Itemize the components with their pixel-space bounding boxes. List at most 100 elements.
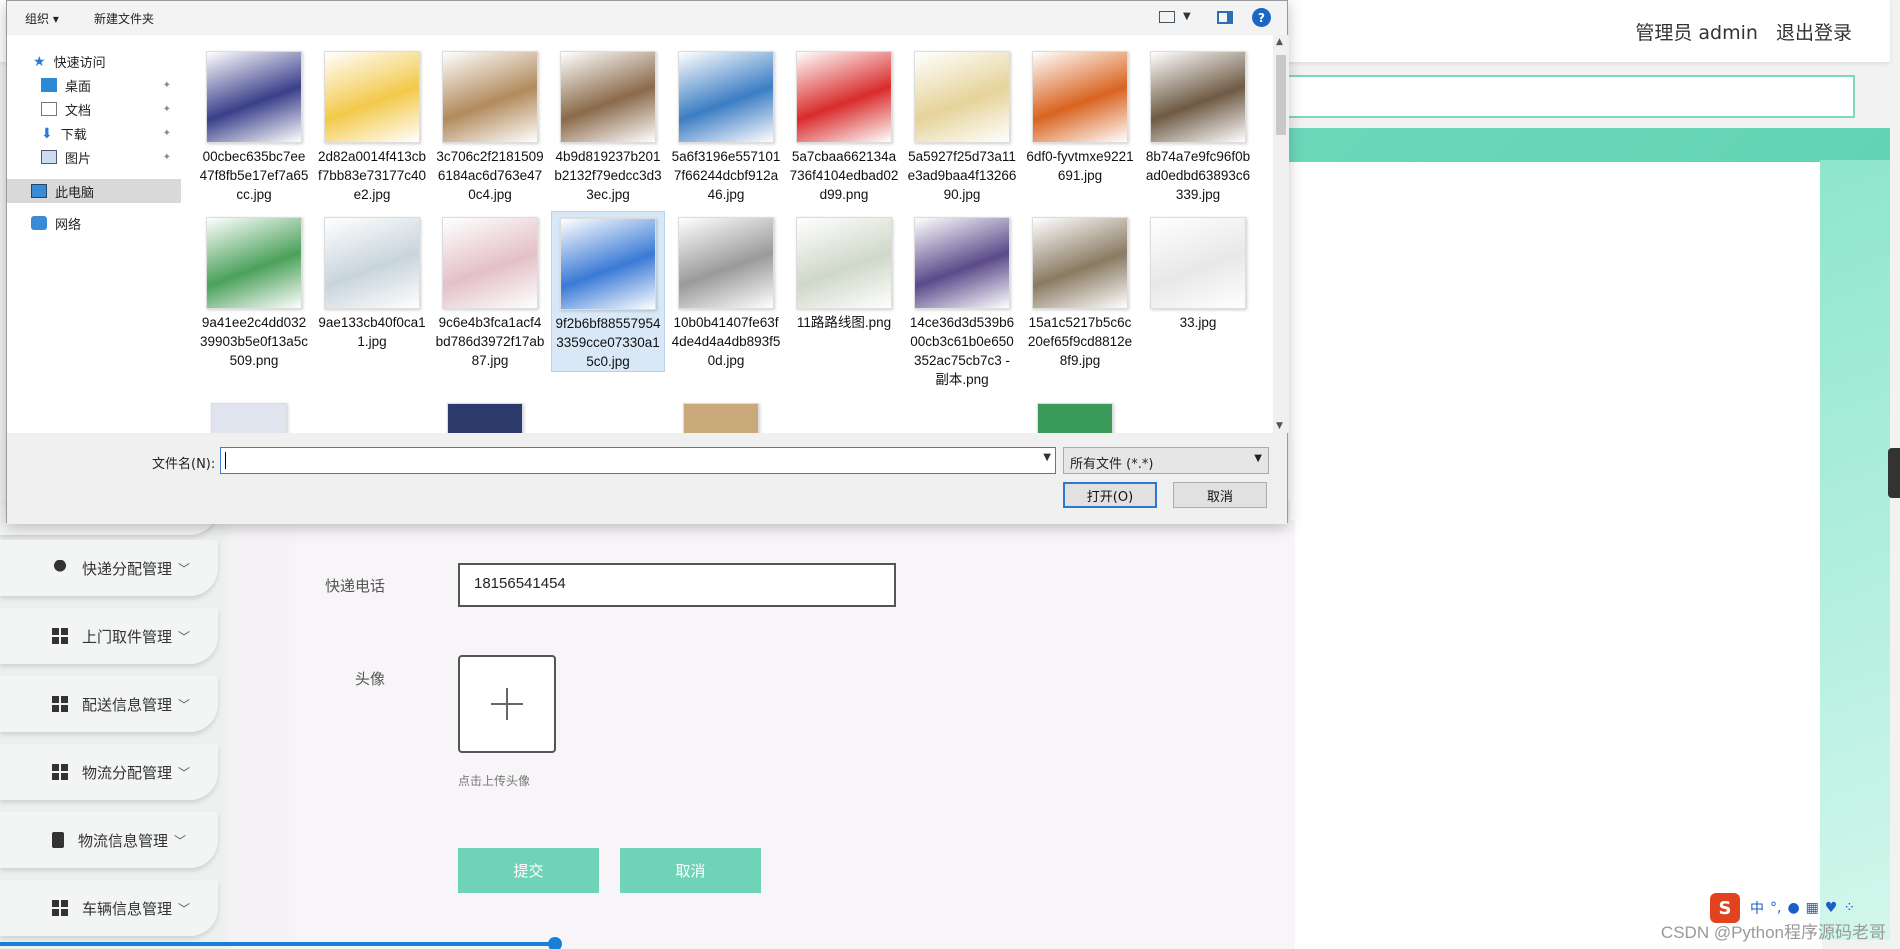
- file-thumbnail[interactable]: [447, 403, 523, 433]
- chevron-down-icon[interactable]: ▼: [1043, 452, 1051, 463]
- file-name: 33.jpg: [1179, 315, 1217, 330]
- logout-link[interactable]: 退出登录: [1776, 22, 1852, 44]
- open-button[interactable]: 打开(O): [1063, 482, 1157, 508]
- view-mode-icon[interactable]: [1159, 11, 1175, 23]
- keyboard-icon[interactable]: ▦: [1806, 900, 1819, 916]
- ime-mode[interactable]: 中: [1750, 898, 1764, 918]
- skin-icon[interactable]: ♥: [1825, 900, 1838, 916]
- file-item[interactable]: 5a6f3196e5571017f66244dcbf912a46.jpg: [669, 45, 783, 204]
- pictures-icon: [41, 150, 57, 164]
- sidebar-item[interactable]: 配送信息管理 ﹀: [0, 676, 218, 732]
- file-thumbnail[interactable]: [211, 403, 287, 433]
- scroll-up-icon[interactable]: ▲: [1276, 37, 1283, 47]
- file-thumbnail: [796, 217, 892, 309]
- file-item[interactable]: 2d82a0014f413cbf7bb83e73177c40e2.jpg: [315, 45, 429, 204]
- avatar-upload[interactable]: [458, 655, 556, 753]
- grid-icon: [52, 696, 68, 712]
- file-thumbnail: [1150, 51, 1246, 143]
- pin-icon: ✦: [162, 151, 171, 163]
- nav-desktop-label: 桌面: [65, 79, 92, 95]
- nav-pictures-label: 图片: [65, 151, 92, 167]
- phone-input[interactable]: 18156541454: [458, 563, 896, 607]
- file-item[interactable]: 10b0b41407fe63f4de4d4a4db893f50d.jpg: [669, 211, 783, 370]
- sidebar-item-label: 物流信息管理: [78, 831, 169, 850]
- nav-quick-access[interactable]: ★ 快速访问: [7, 49, 181, 73]
- chevron-down-icon: ▼: [1254, 453, 1262, 464]
- pin-icon: ✦: [162, 79, 171, 91]
- nav-this-pc-label: 此电脑: [55, 185, 95, 201]
- file-item[interactable]: 8b74a7e9fc96f0bad0edbd63893c6339.jpg: [1141, 45, 1255, 204]
- file-item[interactable]: 00cbec635bc7ee47f8fb5e17ef7a65cc.jpg: [197, 45, 311, 204]
- sidebar-item[interactable]: 快递分配管理 ﹀: [0, 540, 218, 596]
- file-name: 2d82a0014f413cbf7bb83e73177c40e2.jpg: [317, 149, 427, 202]
- chevron-down-icon: ﹀: [178, 561, 191, 576]
- file-item[interactable]: 5a7cbaa662134a736f4104edbad02d99.png: [787, 45, 901, 204]
- file-item[interactable]: 14ce36d3d539b600cb3c61b0e650352ac75cb7c3…: [905, 211, 1019, 389]
- cancel-button[interactable]: 取消: [620, 848, 761, 893]
- nav-desktop[interactable]: 桌面 ✦: [7, 73, 181, 97]
- punct-icon[interactable]: °,: [1770, 900, 1781, 916]
- new-folder-button[interactable]: 新建文件夹: [94, 10, 154, 27]
- file-name: 5a6f3196e5571017f66244dcbf912a46.jpg: [671, 149, 781, 202]
- file-name: 9c6e4b3fca1acf4bd786d3972f17ab87.jpg: [435, 315, 545, 368]
- download-icon: ⬇: [41, 126, 53, 142]
- file-item[interactable]: 3c706c2f21815096184ac6d763e470c4.jpg: [433, 45, 547, 204]
- side-toggle-handle[interactable]: [1888, 448, 1900, 498]
- file-item[interactable]: 15a1c5217b5c6c20ef65f9cd8812e8f9.jpg: [1023, 211, 1137, 370]
- vertical-scrollbar[interactable]: ▲ ▼: [1273, 35, 1289, 433]
- nav-downloads-label: 下载: [60, 127, 87, 143]
- scroll-thumb[interactable]: [1276, 55, 1286, 135]
- filetype-value: 所有文件 (*.*): [1070, 457, 1154, 472]
- file-thumbnail: [914, 51, 1010, 143]
- sidebar-item[interactable]: 物流信息管理 ﹀: [0, 812, 218, 868]
- file-item[interactable]: 9f2b6bf885579543359cce07330a15c0.jpg: [551, 211, 665, 372]
- file-name: 4b9d819237b201b2132f79edcc3d33ec.jpg: [554, 149, 662, 202]
- file-item[interactable]: 5a5927f25d73a11e3ad9baa4f1326690.jpg: [905, 45, 1019, 204]
- file-thumbnail[interactable]: [1037, 403, 1113, 433]
- progress-handle[interactable]: [548, 937, 562, 949]
- file-name: 10b0b41407fe63f4de4d4a4db893f50d.jpg: [671, 315, 781, 368]
- file-thumbnail: [442, 217, 538, 309]
- nav-network-label: 网络: [55, 217, 82, 233]
- nav-network[interactable]: 网络: [7, 211, 181, 235]
- file-item[interactable]: 33.jpg: [1141, 211, 1255, 332]
- dialog-cancel-button[interactable]: 取消: [1173, 482, 1267, 508]
- chevron-down-icon[interactable]: ▼: [1183, 11, 1191, 22]
- file-name: 3c706c2f21815096184ac6d763e470c4.jpg: [436, 149, 544, 202]
- file-name: 6df0-fyvtmxe9221691.jpg: [1026, 149, 1134, 183]
- file-thumbnail[interactable]: [683, 403, 759, 433]
- organize-button[interactable]: 组织 ▾: [25, 10, 59, 27]
- file-item[interactable]: 4b9d819237b201b2132f79edcc3d33ec.jpg: [551, 45, 665, 204]
- progress-line: [0, 942, 556, 946]
- file-item[interactable]: 9c6e4b3fca1acf4bd786d3972f17ab87.jpg: [433, 211, 547, 370]
- nav-downloads[interactable]: ⬇ 下载 ✦: [7, 121, 181, 145]
- file-item[interactable]: 11路路线图.png: [787, 211, 901, 332]
- dialog-bottom-area: 文件名(N): ▼ 所有文件 (*.*) ▼ 打开(O) 取消: [7, 433, 1287, 524]
- apps-icon[interactable]: ⁘: [1843, 900, 1855, 916]
- submit-button[interactable]: 提交: [458, 848, 599, 893]
- scroll-down-icon[interactable]: ▼: [1276, 421, 1283, 431]
- nav-pictures[interactable]: 图片 ✦: [7, 145, 181, 169]
- nav-documents[interactable]: 文档 ✦: [7, 97, 181, 121]
- nav-this-pc[interactable]: 此电脑: [7, 179, 181, 203]
- decorative-green-edge: [1820, 160, 1890, 940]
- chevron-down-icon: ﹀: [178, 697, 191, 712]
- file-item[interactable]: 9ae133cb40f0ca11.jpg: [315, 211, 429, 351]
- pin-icon: ✦: [162, 103, 171, 115]
- file-item[interactable]: 6df0-fyvtmxe9221691.jpg: [1023, 45, 1137, 185]
- search-bar[interactable]: [1285, 75, 1855, 118]
- file-thumbnail: [206, 217, 302, 309]
- mic-icon[interactable]: ●: [1787, 900, 1799, 916]
- filename-input[interactable]: ▼: [220, 447, 1056, 474]
- file-item[interactable]: 9a41ee2c4dd03239903b5e0f13a5c509.png: [197, 211, 311, 370]
- clipboard-icon: [52, 832, 64, 848]
- help-icon[interactable]: ?: [1252, 8, 1271, 27]
- sidebar-item[interactable]: 物流分配管理 ﹀: [0, 744, 218, 800]
- sidebar-item[interactable]: 车辆信息管理 ﹀: [0, 880, 218, 936]
- sidebar-item[interactable]: 上门取件管理 ﹀: [0, 608, 218, 664]
- file-thumbnail: [560, 51, 656, 143]
- file-list: 00cbec635bc7ee47f8fb5e17ef7a65cc.jpg 2d82…: [181, 35, 1273, 433]
- preview-pane-icon[interactable]: [1217, 11, 1233, 24]
- filetype-select[interactable]: 所有文件 (*.*) ▼: [1063, 447, 1269, 474]
- file-name: 15a1c5217b5c6c20ef65f9cd8812e8f9.jpg: [1027, 315, 1133, 368]
